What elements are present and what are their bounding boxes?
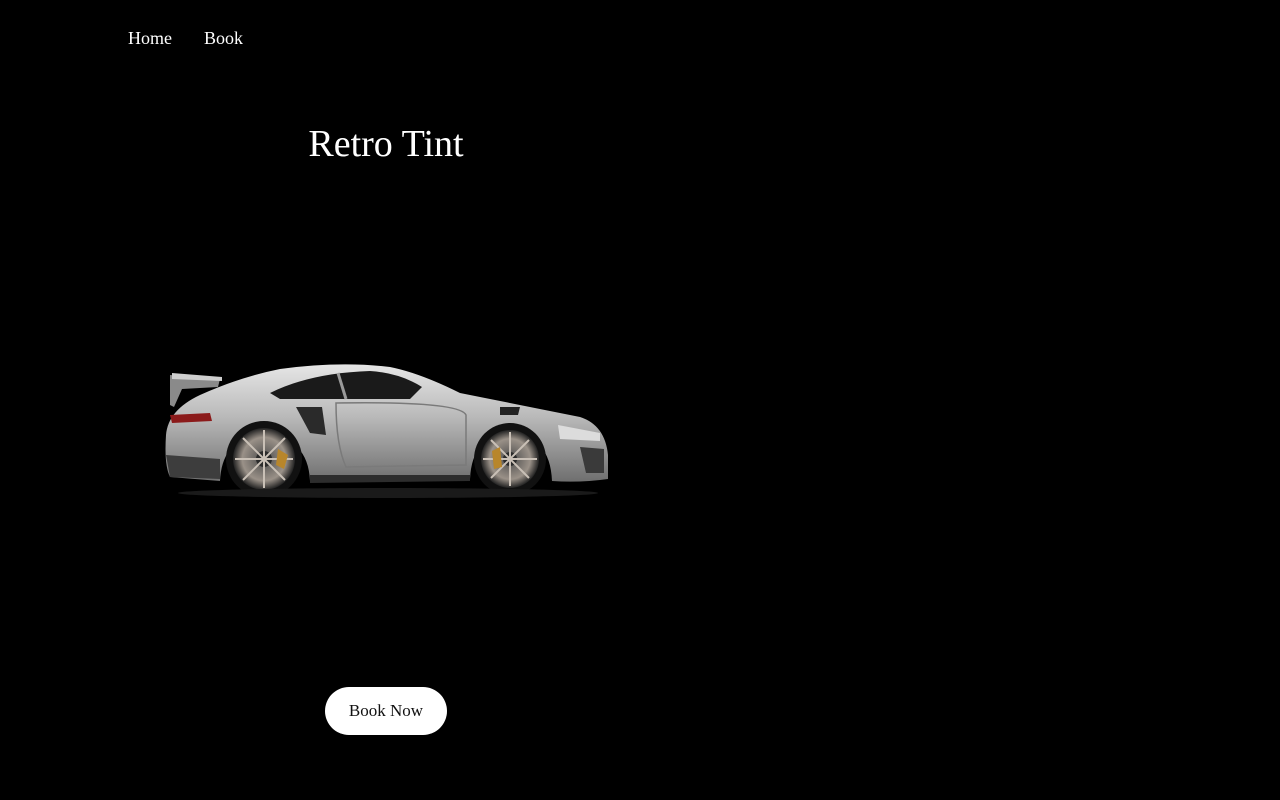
sports-car-image [160,355,615,500]
hero-title: Retro Tint [308,123,464,165]
top-nav: Home Book [128,26,243,50]
nav-link-book[interactable]: Book [204,26,243,50]
book-now-button[interactable]: Book Now [325,687,447,735]
nav-link-home[interactable]: Home [128,26,172,50]
